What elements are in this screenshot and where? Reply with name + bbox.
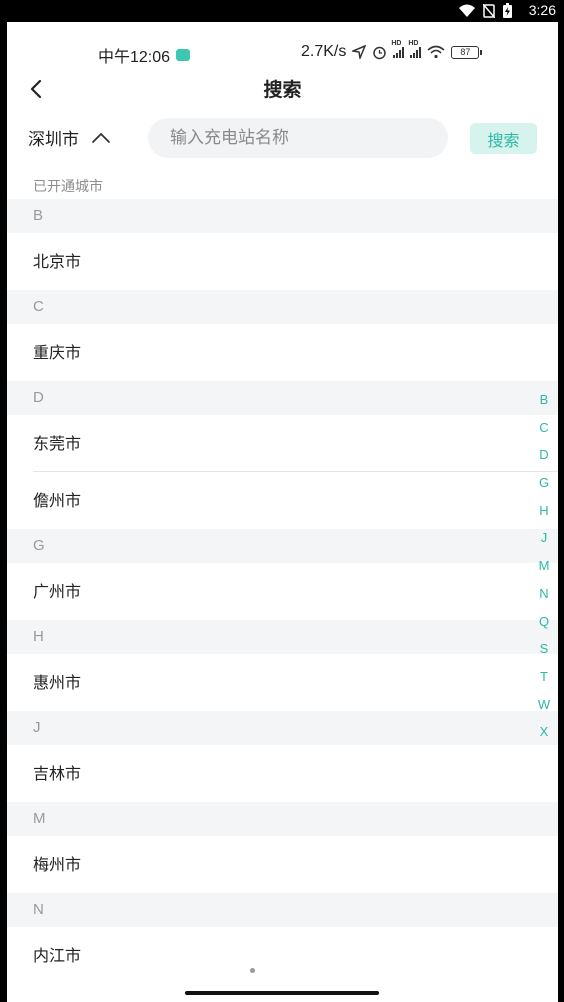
city-item[interactable]: 儋州市 <box>7 472 558 529</box>
status-clock-group: 中午12:06 <box>98 43 191 67</box>
page-indicator-dot <box>250 968 255 973</box>
index-letter-q[interactable]: Q <box>539 608 549 636</box>
index-letter-d[interactable]: D <box>539 441 548 469</box>
signal-1-icon: HD <box>391 40 405 58</box>
system-time: 3:26 <box>528 2 556 18</box>
inner-status-bar: 中午12:06 2.7K/s HD HD 87 <box>7 22 558 66</box>
city-item[interactable]: 梅州市 <box>7 836 558 893</box>
city-item[interactable]: 惠州市 <box>7 654 558 711</box>
no-sim-icon <box>483 3 495 18</box>
city-item[interactable]: 东莞市 <box>7 415 558 472</box>
index-letter-b[interactable]: B <box>540 386 549 414</box>
section-header-b: B <box>7 199 558 233</box>
search-button[interactable]: 搜索 <box>470 123 537 154</box>
alarm-icon <box>373 46 387 59</box>
search-row: 深圳市 搜索 <box>7 118 558 160</box>
index-letter-t[interactable]: T <box>540 663 548 691</box>
index-letter-c[interactable]: C <box>539 414 548 442</box>
selected-city: 深圳市 <box>28 130 79 150</box>
system-status-bar: 3:26 <box>0 0 564 22</box>
city-item[interactable]: 广州市 <box>7 563 558 620</box>
section-header-d: D <box>7 381 558 415</box>
location-badge-icon <box>176 49 191 61</box>
city-item[interactable]: 吉林市 <box>7 745 558 802</box>
home-indicator[interactable] <box>185 991 379 995</box>
battery-level: 87 <box>451 45 483 59</box>
index-letter-g[interactable]: G <box>539 469 549 497</box>
section-header-g: G <box>7 529 558 563</box>
alphabet-index[interactable]: BCDGHJMNQSTWX <box>533 386 555 746</box>
city-item[interactable]: 北京市 <box>7 233 558 290</box>
section-header-m: M <box>7 802 558 836</box>
page-header: 搜索 <box>7 72 558 106</box>
city-item[interactable]: 重庆市 <box>7 324 558 381</box>
search-input[interactable] <box>148 118 448 158</box>
index-letter-h[interactable]: H <box>539 497 548 525</box>
page-title: 搜索 <box>263 79 302 101</box>
city-selector[interactable]: 深圳市 <box>28 125 111 150</box>
index-letter-w[interactable]: W <box>538 691 550 719</box>
wifi-icon <box>459 4 475 17</box>
wifi-status-icon <box>427 45 445 59</box>
city-list: B 北京市 C 重庆市 D 东莞市 儋州市 G 广州市 H 惠州市 J 吉林市 M 梅州市 N 内江市 <box>7 199 558 984</box>
status-clock: 中午12:06 <box>98 49 171 66</box>
city-item[interactable]: 内江市 <box>7 927 558 984</box>
index-letter-x[interactable]: X <box>540 718 549 746</box>
chevron-up-icon <box>92 132 110 143</box>
section-header-j: J <box>7 711 558 745</box>
opened-cities-label: 已开通城市 <box>33 179 103 195</box>
status-right-group: 2.7K/s HD HD 87 <box>301 40 483 61</box>
battery-charging-icon <box>503 3 512 18</box>
network-speed: 2.7K/s <box>301 43 347 60</box>
index-letter-n[interactable]: N <box>539 580 548 608</box>
index-letter-m[interactable]: M <box>539 552 550 580</box>
section-header-c: C <box>7 290 558 324</box>
section-header-h: H <box>7 620 558 654</box>
system-icons <box>459 3 512 18</box>
signal-2-icon: HD <box>408 40 422 58</box>
index-letter-j[interactable]: J <box>541 524 548 552</box>
app-screen: 中午12:06 2.7K/s HD HD 87 搜索 深圳市 搜索 已开通城市 … <box>7 22 558 1002</box>
index-letter-s[interactable]: S <box>540 635 549 663</box>
location-arrow-icon <box>352 45 367 59</box>
section-header-n: N <box>7 893 558 927</box>
